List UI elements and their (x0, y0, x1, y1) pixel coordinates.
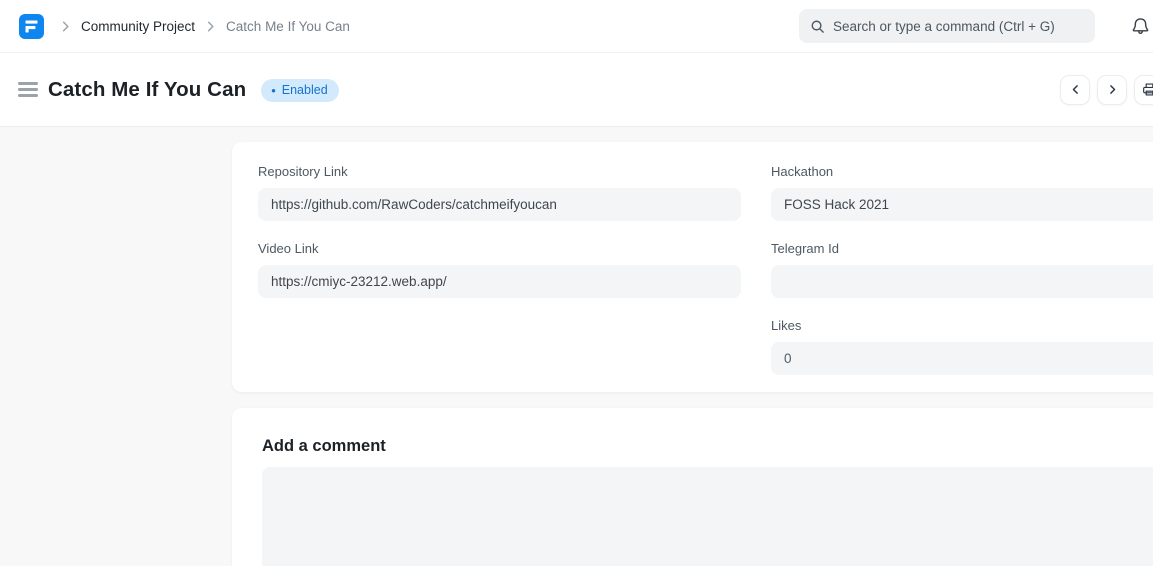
likes-input[interactable] (771, 342, 1153, 375)
page-head: Catch Me If You Can • Enabled (0, 53, 1153, 127)
status-badge-label: Enabled (282, 83, 328, 97)
form-body: Repository Link Video Link Hackathon Tel… (0, 127, 1153, 566)
page-title: Catch Me If You Can (48, 78, 246, 102)
hackathon-input[interactable] (771, 188, 1153, 221)
prev-document-button[interactable] (1060, 75, 1090, 105)
hackathon-label: Hackathon (771, 164, 1153, 179)
video-link-label: Video Link (258, 241, 741, 256)
chevron-right-icon (58, 19, 73, 34)
print-button[interactable] (1134, 75, 1153, 105)
video-link-input[interactable] (258, 265, 741, 298)
likes-label: Likes (771, 318, 1153, 333)
add-comment-heading: Add a comment (262, 437, 1153, 456)
frappe-logo-icon[interactable] (19, 14, 44, 39)
next-document-button[interactable] (1097, 75, 1127, 105)
comments-card: Add a comment (232, 408, 1153, 566)
chevron-right-icon (203, 19, 218, 34)
top-navbar: Community Project Catch Me If You Can (0, 0, 1153, 53)
form-column-right: Hackathon Telegram Id Likes (771, 164, 1153, 395)
details-card: Repository Link Video Link Hackathon Tel… (232, 142, 1153, 392)
status-dot-icon: • (271, 84, 276, 97)
hackathon-field: Hackathon (771, 164, 1153, 221)
page-head-actions (1060, 75, 1153, 105)
telegram-id-field: Telegram Id (771, 241, 1153, 298)
telegram-id-input[interactable] (771, 265, 1153, 298)
repository-link-label: Repository Link (258, 164, 741, 179)
comment-input[interactable] (262, 467, 1153, 566)
repository-link-field: Repository Link (258, 164, 741, 221)
repository-link-input[interactable] (258, 188, 741, 221)
search-icon (810, 19, 825, 34)
likes-field: Likes (771, 318, 1153, 375)
status-badge: • Enabled (261, 79, 338, 102)
breadcrumb-current: Catch Me If You Can (226, 19, 350, 34)
search-input[interactable] (833, 19, 1084, 34)
global-search[interactable] (799, 9, 1095, 43)
notifications-bell-icon[interactable] (1130, 14, 1150, 38)
telegram-id-label: Telegram Id (771, 241, 1153, 256)
video-link-field: Video Link (258, 241, 741, 298)
breadcrumb-parent-link[interactable]: Community Project (81, 19, 195, 34)
form-column-left: Repository Link Video Link (258, 164, 741, 395)
sidebar-toggle-menu-icon[interactable] (18, 79, 40, 101)
